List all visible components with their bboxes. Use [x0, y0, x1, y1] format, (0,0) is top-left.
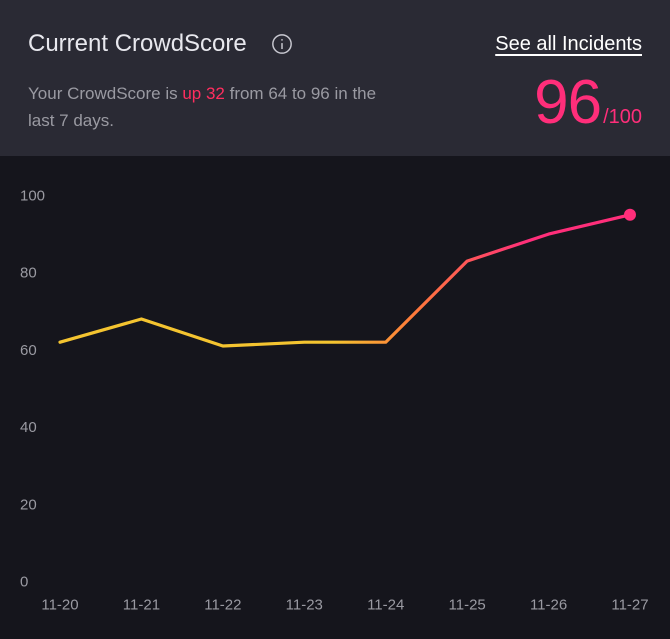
x-tick-label: 11-22: [204, 597, 241, 614]
y-tick-label: 60: [20, 342, 37, 359]
title-group: Current CrowdScore: [28, 30, 293, 58]
chart-area: 020406080100 11-2011-2111-2211-2311-2411…: [0, 156, 670, 633]
x-tick-label: 11-27: [611, 597, 648, 614]
x-tick-label: 11-26: [530, 597, 567, 614]
y-tick-label: 40: [20, 419, 37, 436]
y-tick-label: 0: [20, 574, 28, 591]
x-axis: 11-20 11-21 11-22 11-23 11-24 11-25 11-26 11-27: [41, 597, 648, 614]
x-tick-label: 11-24: [367, 597, 404, 614]
header-sub-row: Your CrowdScore is up 32 from 64 to 96 i…: [28, 72, 642, 134]
x-tick-label: 11-21: [123, 597, 160, 614]
header-panel: Current CrowdScore See all Incidents You…: [0, 0, 670, 156]
end-point-marker: [624, 209, 636, 221]
summary-change: up 32: [182, 84, 225, 103]
info-icon[interactable]: [271, 33, 293, 55]
header-top-row: Current CrowdScore See all Incidents: [28, 30, 642, 58]
y-tick-label: 100: [20, 188, 45, 205]
score-value: 96: [534, 72, 601, 134]
x-tick-label: 11-25: [449, 597, 486, 614]
score-denom: /100: [603, 106, 642, 129]
page-title: Current CrowdScore: [28, 30, 247, 58]
x-tick-label: 11-23: [286, 597, 323, 614]
y-axis: 0 20 40 60 80 100: [20, 188, 45, 591]
y-tick-label: 80: [20, 265, 37, 282]
line-chart: 020406080100 11-2011-2111-2211-2311-2411…: [10, 170, 650, 623]
see-all-incidents-link[interactable]: See all Incidents: [495, 33, 642, 56]
summary-prefix: Your CrowdScore is: [28, 84, 182, 103]
data-line: [60, 215, 630, 346]
score-summary: Your CrowdScore is up 32 from 64 to 96 i…: [28, 81, 388, 134]
score-display: 96 /100: [534, 72, 642, 134]
x-tick-label: 11-20: [41, 597, 78, 614]
y-tick-label: 20: [20, 496, 37, 513]
